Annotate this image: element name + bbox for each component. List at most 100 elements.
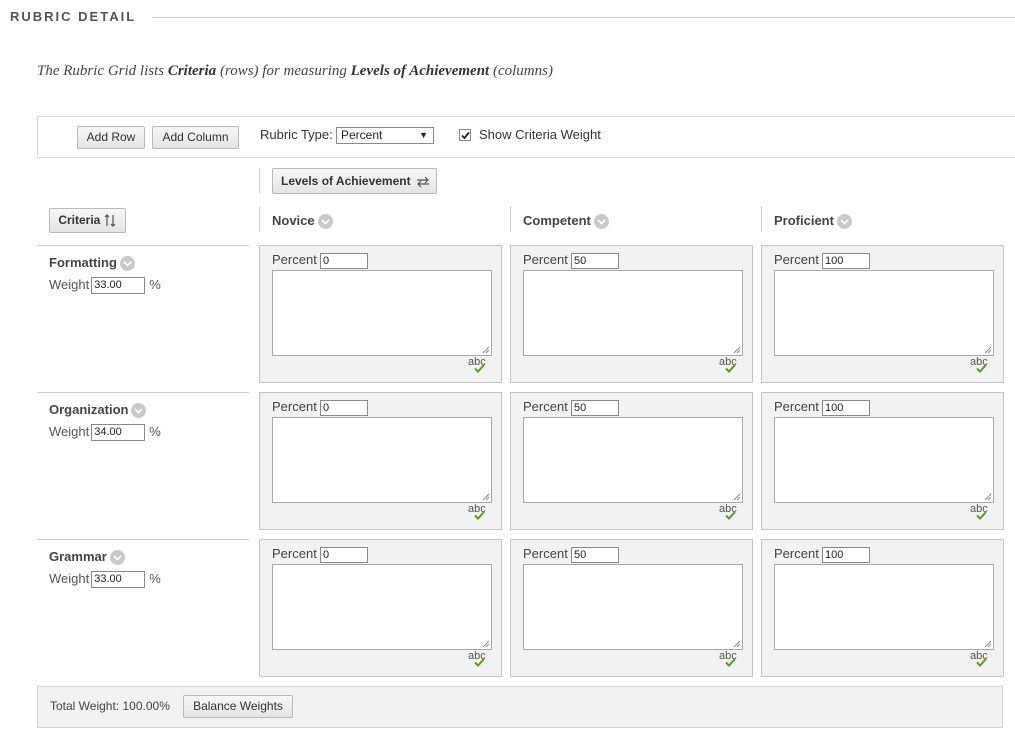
description-textarea[interactable] xyxy=(272,270,492,356)
spellcheck-button[interactable]: abc xyxy=(719,650,739,670)
percent-label: Percent xyxy=(523,252,568,267)
percent-label: Percent xyxy=(774,399,819,414)
header-separator-3 xyxy=(761,206,762,232)
spellcheck-check-icon xyxy=(725,511,736,520)
spellcheck-button[interactable]: abc xyxy=(468,356,488,376)
chevron-down-icon[interactable] xyxy=(836,214,852,230)
rubric-cell: Percent 50 abc xyxy=(510,245,753,383)
weight-input[interactable]: 33.00 xyxy=(91,277,146,295)
spellcheck-button[interactable]: abc xyxy=(468,503,488,523)
spellcheck-check-icon xyxy=(976,364,987,373)
criteria-row-divider xyxy=(37,539,249,540)
percent-input[interactable]: 50 xyxy=(571,253,619,269)
spellcheck-button[interactable]: abc xyxy=(970,503,990,523)
add-column-button[interactable]: Add Column xyxy=(152,126,239,149)
levels-separator xyxy=(259,168,260,194)
resize-grip-icon[interactable] xyxy=(733,493,741,501)
rubric-type-select[interactable]: Percent ▼ xyxy=(336,127,434,144)
section-title: RUBRIC DETAIL xyxy=(10,9,137,24)
spellcheck-button[interactable]: abc xyxy=(719,356,739,376)
criteria-sort-button[interactable]: Criteria xyxy=(49,208,126,233)
rubric-type-label: Rubric Type: xyxy=(260,127,333,142)
percent-input[interactable]: 100 xyxy=(822,400,870,416)
percent-label: Percent xyxy=(272,546,317,561)
description-textarea[interactable] xyxy=(774,270,994,356)
spellcheck-button[interactable]: abc xyxy=(719,503,739,523)
description-textarea[interactable] xyxy=(774,564,994,650)
show-criteria-weight-label: Show Criteria Weight xyxy=(479,127,601,142)
add-row-button[interactable]: Add Row xyxy=(77,126,145,149)
spellcheck-check-icon xyxy=(976,658,987,667)
checkmark-icon xyxy=(461,131,470,140)
rubric-cell: Percent 100 abc xyxy=(761,392,1004,530)
spellcheck-check-icon xyxy=(474,364,485,373)
percent-label: Percent xyxy=(774,546,819,561)
rubric-cell: Percent 50 abc xyxy=(510,539,753,677)
percent-input[interactable]: 50 xyxy=(571,547,619,563)
levels-of-achievement-button[interactable]: Levels of Achievement xyxy=(272,168,437,194)
criteria-weight: Weight 34.00% xyxy=(49,424,161,442)
weight-input[interactable]: 34.00 xyxy=(91,424,146,442)
total-weight: Total Weight: 100.00% xyxy=(50,699,170,713)
spellcheck-check-icon xyxy=(474,658,485,667)
percent-input[interactable]: 100 xyxy=(822,253,870,269)
rubric-toolbar: Add Row Add Column Rubric Type: Percent … xyxy=(37,116,1015,158)
resize-grip-icon[interactable] xyxy=(984,640,992,648)
level-header-proficient[interactable]: Proficient xyxy=(774,213,852,230)
criteria-weight: Weight 33.00% xyxy=(49,571,161,589)
resize-grip-icon[interactable] xyxy=(482,493,490,501)
description-textarea[interactable] xyxy=(523,270,743,356)
criteria-row-divider xyxy=(37,245,249,246)
section-divider xyxy=(152,17,1015,18)
percent-input[interactable]: 0 xyxy=(320,547,368,563)
resize-grip-icon[interactable] xyxy=(482,640,490,648)
chevron-down-icon[interactable] xyxy=(109,550,125,566)
percent-input[interactable]: 0 xyxy=(320,253,368,269)
rubric-cell: Percent 0 abc xyxy=(259,539,502,677)
resize-grip-icon[interactable] xyxy=(984,493,992,501)
spellcheck-check-icon xyxy=(725,658,736,667)
swap-arrows-icon xyxy=(416,176,429,188)
criteria-name[interactable]: Organization xyxy=(49,402,147,419)
percent-label: Percent xyxy=(523,546,568,561)
description-textarea[interactable] xyxy=(774,417,994,503)
description-textarea[interactable] xyxy=(272,417,492,503)
level-header-novice[interactable]: Novice xyxy=(272,213,333,230)
description-textarea[interactable] xyxy=(523,564,743,650)
percent-label: Percent xyxy=(523,399,568,414)
criteria-name[interactable]: Formatting xyxy=(49,255,135,272)
resize-grip-icon[interactable] xyxy=(482,346,490,354)
show-criteria-weight-checkbox[interactable] xyxy=(459,129,471,141)
header-separator-2 xyxy=(510,206,511,232)
spellcheck-button[interactable]: abc xyxy=(970,356,990,376)
description-textarea[interactable] xyxy=(272,564,492,650)
balance-weights-button[interactable]: Balance Weights xyxy=(183,695,293,718)
header-separator-1 xyxy=(259,206,260,232)
percent-input[interactable]: 0 xyxy=(320,400,368,416)
resize-grip-icon[interactable] xyxy=(733,640,741,648)
dropdown-arrow-icon: ▼ xyxy=(419,130,428,140)
sort-arrows-icon xyxy=(104,214,116,228)
percent-input[interactable]: 50 xyxy=(571,400,619,416)
rubric-cell: Percent 100 abc xyxy=(761,539,1004,677)
chevron-down-icon[interactable] xyxy=(593,214,609,230)
weight-input[interactable]: 33.00 xyxy=(91,571,146,589)
spellcheck-button[interactable]: abc xyxy=(970,650,990,670)
percent-input[interactable]: 100 xyxy=(822,547,870,563)
resize-grip-icon[interactable] xyxy=(984,346,992,354)
level-header-competent[interactable]: Competent xyxy=(523,213,609,230)
rubric-cell: Percent 50 abc xyxy=(510,392,753,530)
description-textarea[interactable] xyxy=(523,417,743,503)
resize-grip-icon[interactable] xyxy=(733,346,741,354)
rubric-cell: Percent 0 abc xyxy=(259,392,502,530)
rubric-cell: Percent 100 abc xyxy=(761,245,1004,383)
criteria-weight: Weight 33.00% xyxy=(49,277,161,295)
criteria-name[interactable]: Grammar xyxy=(49,549,125,566)
spellcheck-check-icon xyxy=(474,511,485,520)
chevron-down-icon[interactable] xyxy=(317,214,333,230)
spellcheck-check-icon xyxy=(725,364,736,373)
chevron-down-icon[interactable] xyxy=(131,403,147,419)
rubric-footer: Total Weight: 100.00% Balance Weights xyxy=(37,686,1003,728)
spellcheck-button[interactable]: abc xyxy=(468,650,488,670)
chevron-down-icon[interactable] xyxy=(119,256,135,272)
